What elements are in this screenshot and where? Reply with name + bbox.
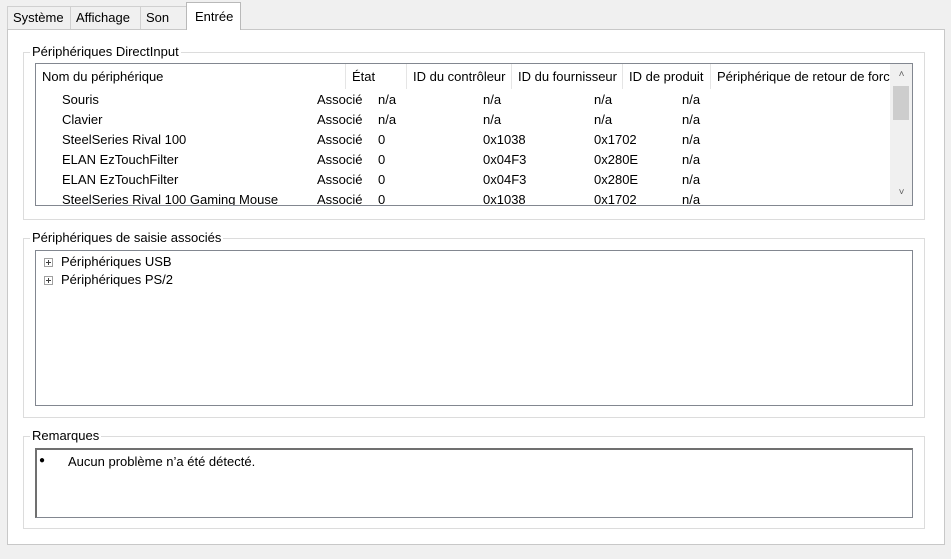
expand-plus-icon[interactable] xyxy=(44,258,53,267)
table-row[interactable]: Souris Associé n/a n/a n/a n/a xyxy=(36,90,892,110)
cell-controller-id: n/a xyxy=(378,112,397,127)
table-row[interactable]: ELAN EzTouchFilter Associé 0 0x04F3 0x28… xyxy=(36,150,892,170)
cell-force-feedback: n/a xyxy=(682,192,701,206)
cell-state: Associé xyxy=(317,152,363,167)
cell-vendor-id: 0x1038 xyxy=(483,132,526,147)
directinput-group-title: Périphériques DirectInput xyxy=(30,44,181,60)
tab-son[interactable]: Son xyxy=(140,6,187,29)
cell-product-id: n/a xyxy=(594,112,613,127)
vertical-scrollbar[interactable]: ˄ ˅ xyxy=(890,64,912,205)
cell-force-feedback: n/a xyxy=(682,132,701,147)
cell-vendor-id: 0x04F3 xyxy=(483,152,527,167)
column-header-vendor-id[interactable]: ID du fournisseur xyxy=(512,64,623,89)
cell-controller-id: 0 xyxy=(378,132,386,147)
bullet-icon: ● xyxy=(39,455,46,466)
cell-state: Associé xyxy=(317,112,363,127)
cell-product-id: 0x280E xyxy=(594,152,639,167)
cell-name: Clavier xyxy=(62,112,103,127)
column-header-state[interactable]: État xyxy=(346,64,407,89)
listview-body: Souris Associé n/a n/a n/a n/a Clavier A… xyxy=(36,90,892,206)
table-row[interactable]: Clavier Associé n/a n/a n/a n/a xyxy=(36,110,892,130)
cell-state: Associé xyxy=(317,92,363,107)
cell-vendor-id: 0x1038 xyxy=(483,192,526,206)
scroll-down-arrow-icon[interactable]: ˅ xyxy=(891,184,912,201)
tree-item-label: Périphériques PS/2 xyxy=(61,272,174,287)
cell-force-feedback: n/a xyxy=(682,152,701,167)
scroll-up-arrow-icon[interactable]: ˄ xyxy=(891,66,912,83)
column-header-controller-id[interactable]: ID du contrôleur xyxy=(407,64,512,89)
notes-group-title: Remarques xyxy=(30,428,102,444)
cell-vendor-id: n/a xyxy=(483,92,502,107)
listview-header: Nom du périphérique État ID du contrôleu… xyxy=(36,64,907,89)
expand-plus-icon[interactable] xyxy=(44,276,53,285)
tab-affichage[interactable]: Affichage xyxy=(70,6,141,29)
cell-controller-id: 0 xyxy=(378,192,386,206)
cell-controller-id: 0 xyxy=(378,172,386,187)
cell-state: Associé xyxy=(317,192,363,206)
cell-state: Associé xyxy=(317,172,363,187)
column-header-name[interactable]: Nom du périphérique xyxy=(36,64,346,89)
cell-product-id: 0x1702 xyxy=(594,192,637,206)
note-text: Aucun problème n’a été détecté. xyxy=(68,454,256,469)
cell-state: Associé xyxy=(317,132,363,147)
cell-force-feedback: n/a xyxy=(682,112,701,127)
cell-name: SteelSeries Rival 100 xyxy=(62,132,187,147)
tab-systeme[interactable]: Système xyxy=(7,6,71,29)
cell-product-id: 0x280E xyxy=(594,172,639,187)
table-row[interactable]: SteelSeries Rival 100 Gaming Mouse Assoc… xyxy=(36,190,892,206)
input-devices-group-title: Périphériques de saisie associés xyxy=(30,230,224,246)
cell-controller-id: n/a xyxy=(378,92,397,107)
tree-item-label: Périphériques USB xyxy=(61,254,172,269)
cell-force-feedback: n/a xyxy=(682,172,701,187)
directinput-listview[interactable]: Nom du périphérique État ID du contrôleu… xyxy=(35,63,913,206)
cell-vendor-id: n/a xyxy=(483,112,502,127)
table-row[interactable]: SteelSeries Rival 100 Associé 0 0x1038 0… xyxy=(36,130,892,150)
cell-controller-id: 0 xyxy=(378,152,386,167)
column-header-force-feedback[interactable]: Périphérique de retour de force xyxy=(711,64,907,89)
notes-box: ● Aucun problème n’a été détecté. xyxy=(35,448,913,518)
tab-strip: Système Affichage Son Entrée xyxy=(0,0,951,30)
cell-name: ELAN EzTouchFilter xyxy=(62,172,179,187)
column-header-product-id[interactable]: ID de produit xyxy=(623,64,711,89)
cell-force-feedback: n/a xyxy=(682,92,701,107)
cell-product-id: n/a xyxy=(594,92,613,107)
table-row[interactable]: ELAN EzTouchFilter Associé 0 0x04F3 0x28… xyxy=(36,170,892,190)
cell-vendor-id: 0x04F3 xyxy=(483,172,527,187)
cell-product-id: 0x1702 xyxy=(594,132,637,147)
input-devices-tree[interactable]: Périphériques USB Périphériques PS/2 xyxy=(35,250,913,406)
tab-entree[interactable]: Entrée xyxy=(186,2,241,30)
scrollbar-thumb[interactable] xyxy=(893,86,909,120)
cell-name: SteelSeries Rival 100 Gaming Mouse xyxy=(62,192,279,206)
cell-name: Souris xyxy=(62,92,99,107)
cell-name: ELAN EzTouchFilter xyxy=(62,152,179,167)
